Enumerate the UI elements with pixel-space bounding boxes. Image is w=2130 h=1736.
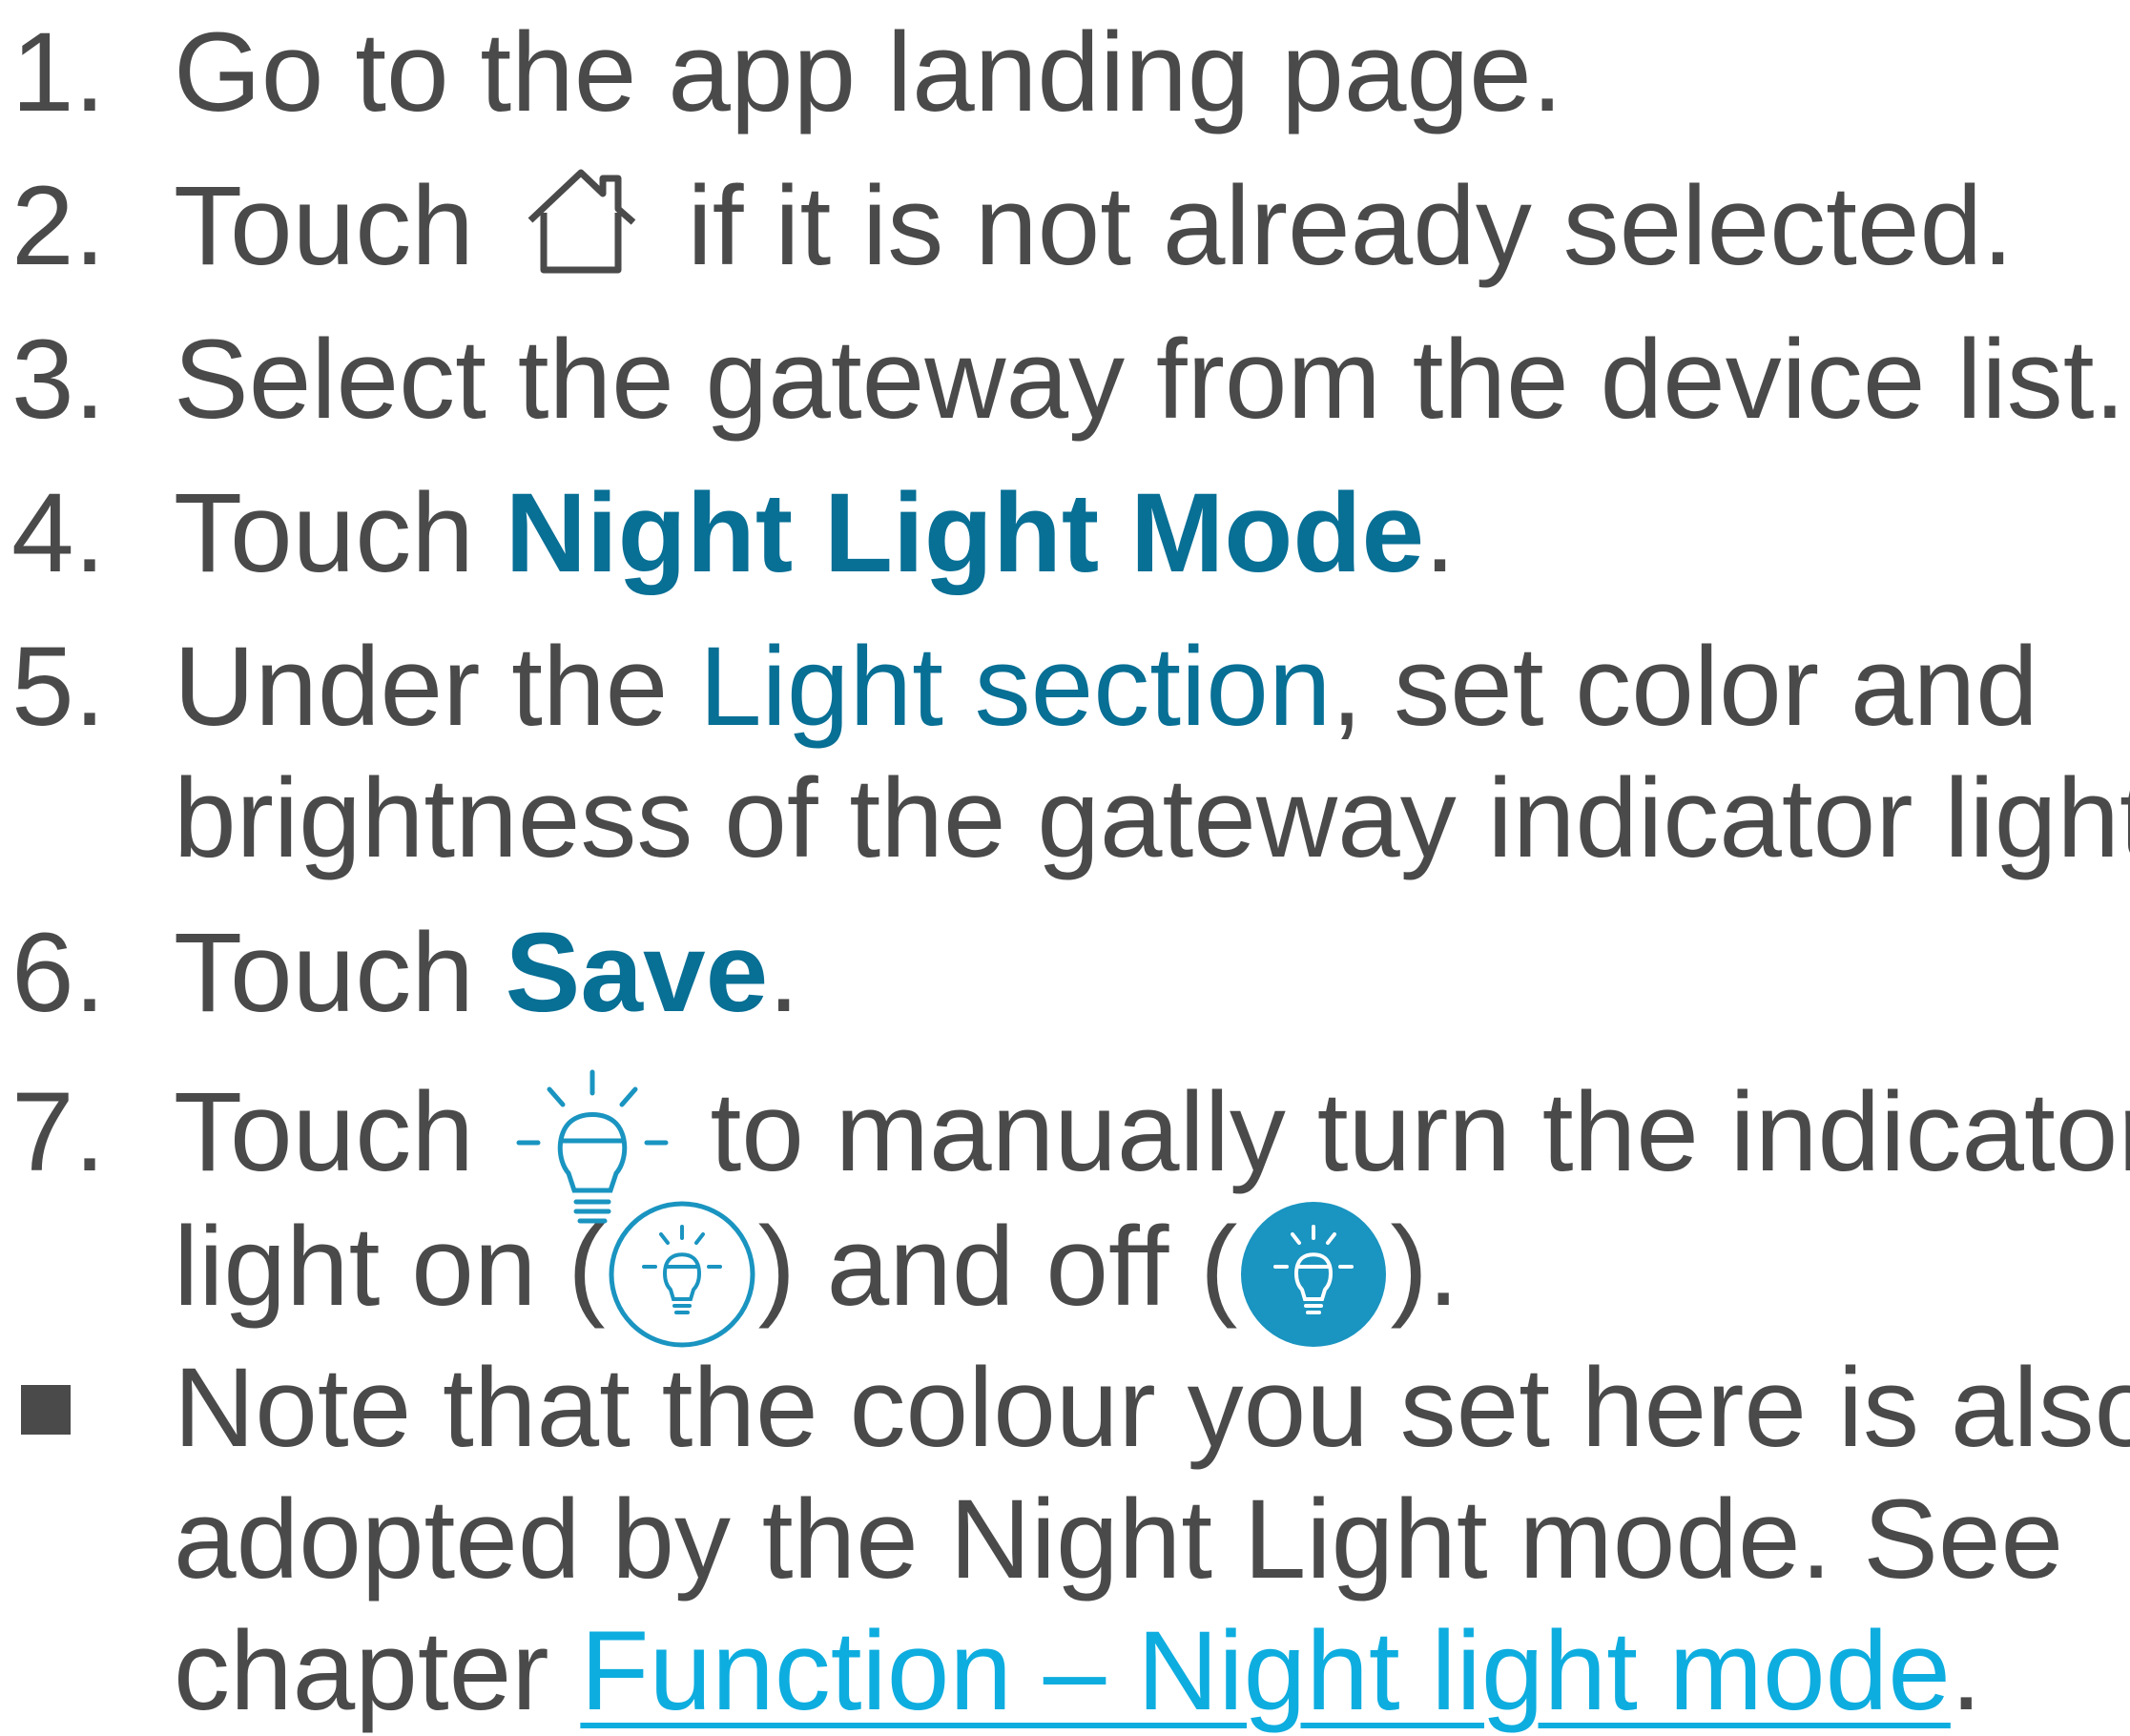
step-text: Under the Light section, set color and xyxy=(174,622,2038,752)
step-text-post: . xyxy=(1424,470,1456,596)
step-number: 1. xyxy=(11,10,106,135)
step-text-pre: Touch xyxy=(174,163,474,289)
step-text-cont-mid: ) and off ( xyxy=(757,1204,1238,1330)
step-text-post: to manually turn the indicator xyxy=(710,1069,2130,1195)
note-line-3: chapter Function – Night light mode. xyxy=(174,1606,1982,1736)
step-number: 3. xyxy=(11,317,106,443)
step-number: 7. xyxy=(11,1069,106,1195)
step-text-pre: Under the xyxy=(174,624,699,750)
step-text: Touch if it is not already selected. xyxy=(174,161,2014,291)
step-number: 5. xyxy=(11,624,106,750)
step-text-pre: Touch xyxy=(174,910,506,1036)
save-label: Save xyxy=(505,910,769,1036)
note-line-2: adopted by the Night Light mode. See xyxy=(174,1477,2064,1602)
square-bullet-icon xyxy=(21,1385,71,1435)
night-light-mode-label: Night Light Mode xyxy=(505,470,1425,596)
lightbulb-filled-circle-icon xyxy=(1241,1202,1387,1347)
step-text-post: , set color and xyxy=(1331,624,2038,750)
note-line-3-post: . xyxy=(1950,1608,1982,1734)
step-text: Select the gateway from the device list. xyxy=(174,317,2126,443)
note-line-3-pre: chapter xyxy=(174,1608,581,1734)
step-text: Touch Night Light Mode. xyxy=(174,468,1456,598)
step-text: Touch Save. xyxy=(174,908,799,1038)
note-line-1: Note that the colour you set here is als… xyxy=(174,1345,2130,1471)
night-light-mode-chapter-link[interactable]: Function – Night light mode xyxy=(580,1608,1950,1734)
step-text-cont-pre: light on ( xyxy=(174,1204,606,1330)
light-section-label: Light section xyxy=(699,624,1332,750)
step-text-post: if it is not already selected. xyxy=(687,163,2014,289)
step-text-cont: brightness of the gateway indicator ligh… xyxy=(174,755,2130,881)
step-text: Go to the app landing page. xyxy=(174,10,1563,135)
step-number: 2. xyxy=(11,163,106,289)
step-text-cont: light on ( ) and off (). xyxy=(174,1198,1459,1351)
step-text-pre: Touch xyxy=(174,1069,474,1195)
step-text-post: . xyxy=(768,910,800,1036)
step-text-cont-post: ). xyxy=(1390,1204,1459,1330)
step-number: 4. xyxy=(11,470,106,596)
lightbulb-outline-circle-icon xyxy=(609,1201,755,1348)
step-number: 6. xyxy=(11,910,106,1036)
step-text-pre: Touch xyxy=(174,470,506,596)
home-icon xyxy=(527,169,635,274)
